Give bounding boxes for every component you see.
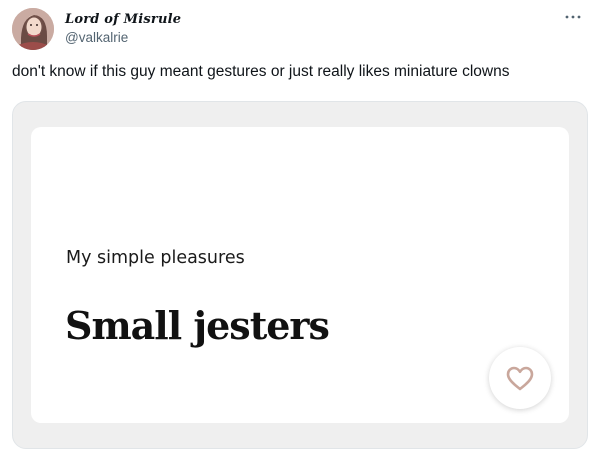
prompt-answer: Small jesters: [65, 303, 330, 348]
user-handle[interactable]: @valkalrie: [65, 29, 181, 47]
tweet: Lord of Misrule @valkalrie don't know if…: [0, 0, 600, 460]
avatar[interactable]: [12, 8, 54, 50]
more-dots: [565, 15, 581, 19]
tweet-text: don't know if this guy meant gestures or…: [12, 63, 510, 80]
user-names: Lord of Misrule @valkalrie: [65, 11, 181, 47]
tweet-header: Lord of Misrule @valkalrie: [12, 8, 588, 52]
display-name[interactable]: Lord of Misrule: [65, 11, 181, 29]
tweet-media[interactable]: My simple pleasures Small jesters: [12, 101, 588, 449]
like-button[interactable]: [489, 347, 551, 409]
avatar-image: [12, 8, 54, 50]
more-icon[interactable]: [560, 8, 586, 26]
prompt-card: My simple pleasures Small jesters: [31, 127, 569, 423]
prompt-question: My simple pleasures: [66, 248, 245, 268]
heart-outline-icon: [506, 366, 534, 390]
